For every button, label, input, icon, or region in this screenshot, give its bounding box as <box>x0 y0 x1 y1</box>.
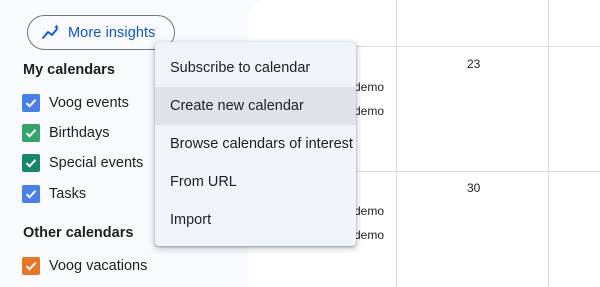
day-number[interactable]: 30 <box>467 181 480 195</box>
checkbox[interactable] <box>22 154 40 172</box>
menu-item-create-new-calendar[interactable]: Create new calendar <box>155 87 356 125</box>
menu-item-from-url[interactable]: From URL <box>155 163 356 201</box>
more-insights-label: More insights <box>68 24 156 41</box>
event-chip[interactable]: demo <box>354 80 384 94</box>
add-calendar-menu: Subscribe to calendar Create new calenda… <box>155 42 356 246</box>
calendar-item-birthdays[interactable]: Birthdays <box>22 122 109 144</box>
checkbox[interactable] <box>22 185 40 203</box>
my-calendars-title[interactable]: My calendars <box>23 62 115 78</box>
check-icon <box>25 262 37 271</box>
grid-divider <box>548 0 549 287</box>
event-chip[interactable]: demo <box>354 104 384 118</box>
calendar-name: Voog vacations <box>49 258 148 274</box>
calendar-name: Tasks <box>49 186 87 202</box>
event-chip[interactable]: demo <box>354 204 384 218</box>
calendar-name: Special events <box>49 155 144 171</box>
calendar-name: Birthdays <box>49 125 110 141</box>
grid-divider <box>396 0 397 287</box>
insights-icon <box>42 24 59 39</box>
event-chip[interactable]: demo <box>354 228 384 242</box>
calendar-item-special-events[interactable]: Special events <box>22 152 143 174</box>
check-icon <box>25 129 37 138</box>
menu-item-import[interactable]: Import <box>155 201 356 239</box>
calendar-item-tasks[interactable]: Tasks <box>22 183 86 205</box>
more-insights-button[interactable]: More insights <box>27 15 175 50</box>
other-calendars-title[interactable]: Other calendars <box>23 225 133 241</box>
checkbox[interactable] <box>22 94 40 112</box>
day-number[interactable]: 23 <box>467 57 480 71</box>
calendar-item-voog-vacations[interactable]: Voog vacations <box>22 255 147 277</box>
check-icon <box>25 159 37 168</box>
calendar-name: Voog events <box>49 95 129 111</box>
menu-item-subscribe[interactable]: Subscribe to calendar <box>155 49 356 87</box>
menu-item-browse-calendars[interactable]: Browse calendars of interest <box>155 125 356 163</box>
checkbox[interactable] <box>22 124 40 142</box>
calendar-item-voog-events[interactable]: Voog events <box>22 92 129 114</box>
check-icon <box>25 190 37 199</box>
checkbox[interactable] <box>22 257 40 275</box>
check-icon <box>25 99 37 108</box>
